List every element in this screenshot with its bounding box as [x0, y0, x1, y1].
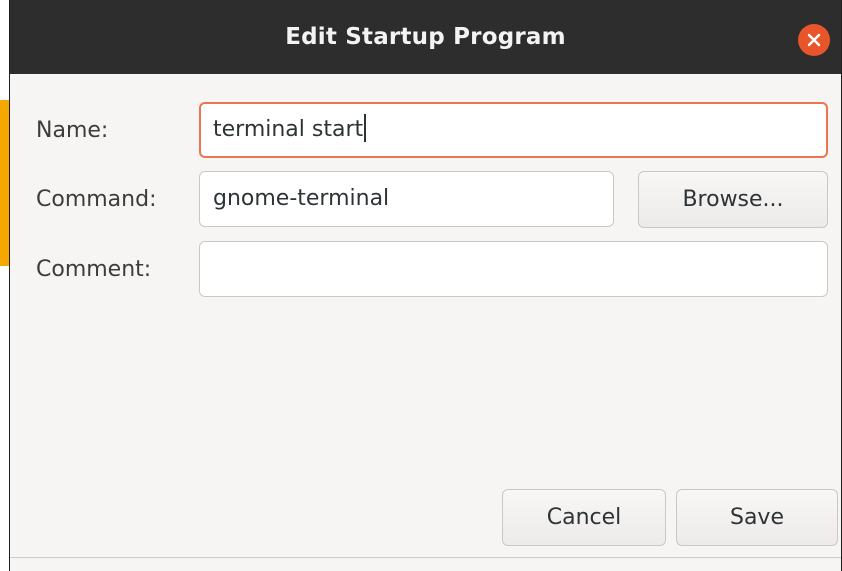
cancel-button[interactable]: Cancel — [502, 489, 666, 546]
save-button[interactable]: Save — [676, 489, 838, 546]
background-window-accent — [0, 100, 9, 266]
name-field[interactable]: terminal start — [199, 102, 828, 158]
screen: Edit Startup Program Name: terminal star… — [0, 0, 842, 571]
browse-button[interactable]: Browse... — [638, 171, 828, 228]
name-label: Name: — [36, 118, 109, 143]
save-button-label: Save — [729, 505, 784, 530]
text-caret — [364, 114, 367, 142]
close-button[interactable] — [798, 24, 830, 56]
edit-startup-program-dialog: Edit Startup Program Name: terminal star… — [9, 0, 842, 571]
browse-button-label: Browse... — [682, 187, 784, 212]
name-field-value: terminal start — [213, 117, 364, 142]
dialog-bottom-divider — [10, 557, 841, 558]
dialog-titlebar[interactable]: Edit Startup Program — [10, 0, 841, 74]
command-label: Command: — [36, 187, 157, 212]
close-icon — [807, 33, 821, 47]
command-field[interactable]: gnome-terminal — [199, 171, 614, 227]
command-field-value: gnome-terminal — [213, 186, 390, 211]
comment-label: Comment: — [36, 257, 152, 282]
comment-field[interactable] — [199, 241, 828, 297]
dialog-title: Edit Startup Program — [285, 24, 566, 50]
cancel-button-label: Cancel — [546, 505, 622, 530]
